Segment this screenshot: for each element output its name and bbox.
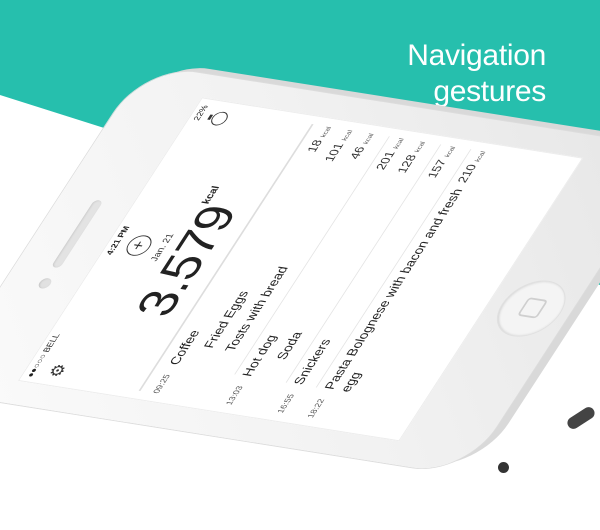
home-button-square-icon (516, 297, 549, 319)
total-kcal-unit: kcal (199, 185, 223, 205)
entry-kcal-unit: kcal (362, 133, 376, 145)
entry-kcal-unit: kcal (341, 129, 355, 142)
entry-kcal-unit: kcal (320, 126, 334, 138)
phone-device: ●●○○○ BELL 4:21 PM 22% ⚙ + Jan. 21 3.579… (0, 60, 600, 476)
entry-kcal-unit: kcal (444, 146, 458, 158)
entry-kcal-unit: kcal (474, 150, 488, 163)
entry-kcal-unit: kcal (414, 141, 428, 153)
entry-kcal-value: 18 (304, 138, 326, 154)
gear-icon[interactable]: ⚙ (45, 362, 72, 378)
headphone-jack (498, 462, 509, 473)
plus-circle-icon[interactable]: + (121, 233, 157, 258)
stopwatch-icon[interactable] (208, 110, 231, 127)
entry-kcal-unit: kcal (392, 137, 406, 150)
phone-mockup: ●●○○○ BELL 4:21 PM 22% ⚙ + Jan. 21 3.579… (0, 0, 600, 530)
